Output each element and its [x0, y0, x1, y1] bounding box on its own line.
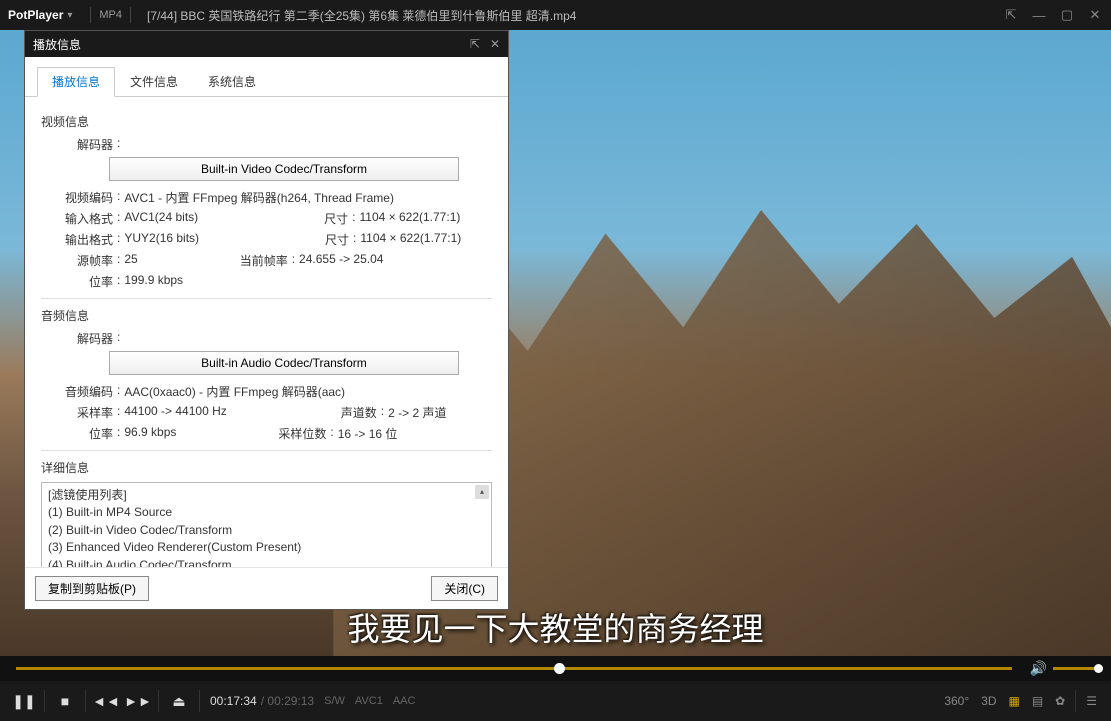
audio-bitrate: 96.9 kbps — [124, 425, 176, 442]
seek-bar: 🔊 — [0, 656, 1111, 681]
close-button[interactable]: 关闭(C) — [431, 576, 498, 601]
audio-section-label: 音频信息 — [41, 307, 492, 324]
capture-icon[interactable]: ▦ — [1008, 694, 1019, 708]
app-name[interactable]: PotPlayer — [8, 8, 63, 22]
seek-handle[interactable] — [554, 663, 565, 674]
360-button[interactable]: 360° — [944, 694, 969, 708]
window-title: [7/44] BBC 英国铁路纪行 第二季(全25集) 第6集 莱德伯里到什鲁斯… — [147, 7, 1003, 24]
decoder-label: 解码器 — [41, 136, 113, 153]
volume-icon[interactable]: 🔊 — [1030, 660, 1047, 677]
pause-button[interactable]: ❚❚ — [8, 685, 40, 717]
pin-icon[interactable]: ⇱ — [1003, 7, 1019, 23]
eject-button[interactable]: ⏏ — [163, 685, 195, 717]
video-size-out: 1104 × 622(1.77:1) — [360, 231, 461, 248]
window-controls: ⇱ — ▢ ✕ — [1003, 7, 1103, 23]
audio-sample: 44100 -> 44100 Hz — [124, 404, 226, 421]
tab-system-info[interactable]: 系统信息 — [193, 67, 271, 96]
filter-line: (1) Built-in MP4 Source — [48, 504, 485, 521]
video-output-format: YUY2(16 bits) — [124, 231, 199, 248]
acodec-chip[interactable]: AAC — [393, 695, 416, 707]
close-icon[interactable]: ✕ — [490, 37, 500, 51]
playlist-icon[interactable]: ▤ — [1032, 694, 1043, 708]
divider — [41, 298, 492, 299]
3d-button[interactable]: 3D — [981, 694, 996, 708]
audio-bits: 16 -> 16 位 — [338, 425, 398, 442]
dialog-titlebar[interactable]: 播放信息 ⇱ ✕ — [25, 31, 508, 57]
volume-controls: 🔊 — [1030, 660, 1103, 677]
maximize-icon[interactable]: ▢ — [1059, 7, 1075, 23]
scrollbar[interactable]: ▴ — [475, 485, 489, 567]
video-codec: AVC1 - 内置 FFmpeg 解码器(h264, Thread Frame) — [124, 189, 394, 206]
filter-line: (2) Built-in Video Codec/Transform — [48, 522, 485, 539]
filter-line: (4) Built-in Audio Codec/Transform — [48, 557, 485, 567]
mode-chip[interactable]: S/W — [324, 695, 345, 707]
audio-codec: AAC(0xaac0) - 内置 FFmpeg 解码器(aac) — [124, 383, 345, 400]
divider — [41, 450, 492, 451]
detail-section-label: 详细信息 — [41, 459, 492, 476]
video-size-in: 1104 × 622(1.77:1) — [360, 210, 461, 227]
seek-track[interactable] — [16, 667, 1012, 670]
filter-list-box[interactable]: [滤镜使用列表] (1) Built-in MP4 Source (2) Bui… — [41, 482, 492, 567]
minimize-icon[interactable]: — — [1031, 8, 1047, 23]
close-icon[interactable]: ✕ — [1087, 7, 1103, 23]
video-fps: 25 — [124, 252, 137, 269]
playback-info-dialog: 播放信息 ⇱ ✕ 播放信息 文件信息 系统信息 视频信息 解码器: Built-… — [24, 30, 509, 610]
format-badge: MP4 — [99, 9, 122, 21]
tab-playback-info[interactable]: 播放信息 — [37, 67, 115, 97]
copy-clipboard-button[interactable]: 复制到剪贴板(P) — [35, 576, 149, 601]
subtitle-text: 我要见一下大教堂的商务经理 — [347, 604, 763, 650]
video-input-format: AVC1(24 bits) — [124, 210, 198, 227]
video-bitrate: 199.9 kbps — [124, 273, 183, 290]
chevron-down-icon[interactable]: ▾ — [67, 10, 72, 21]
time-current: 00:17:34 — [210, 694, 257, 708]
prev-button[interactable]: ◄◄ — [90, 685, 122, 717]
right-controls: 360° 3D ▦ ▤ ✿ ☰ — [938, 690, 1103, 712]
video-decoder-button[interactable]: Built-in Video Codec/Transform — [109, 157, 459, 181]
video-curfps: 24.655 -> 25.04 — [299, 252, 383, 269]
divider — [130, 7, 131, 23]
time-duration: / 00:29:13 — [261, 694, 314, 708]
dialog-title: 播放信息 — [33, 36, 460, 53]
pin-icon[interactable]: ⇱ — [470, 37, 480, 51]
divider — [90, 7, 91, 23]
scroll-up-icon[interactable]: ▴ — [475, 485, 489, 499]
tab-file-info[interactable]: 文件信息 — [115, 67, 193, 96]
controls-bar: ❚❚ ■ ◄◄ ►► ⏏ 00:17:34 / 00:29:13 S/W AVC… — [0, 681, 1111, 721]
stop-button[interactable]: ■ — [49, 685, 81, 717]
filter-line: [滤镜使用列表] — [48, 487, 485, 504]
audio-channels: 2 -> 2 声道 — [388, 404, 446, 421]
filter-line: (3) Enhanced Video Renderer(Custom Prese… — [48, 539, 485, 556]
settings-icon[interactable]: ✿ — [1055, 694, 1065, 708]
audio-decoder-button[interactable]: Built-in Audio Codec/Transform — [109, 351, 459, 375]
vcodec-chip[interactable]: AVC1 — [355, 695, 383, 707]
dialog-footer: 复制到剪贴板(P) 关闭(C) — [25, 567, 508, 609]
menu-icon[interactable]: ☰ — [1086, 694, 1097, 708]
next-button[interactable]: ►► — [122, 685, 154, 717]
dialog-body: 视频信息 解码器: Built-in Video Codec/Transform… — [25, 97, 508, 567]
titlebar: PotPlayer ▾ MP4 [7/44] BBC 英国铁路纪行 第二季(全2… — [0, 0, 1111, 30]
dialog-tabs: 播放信息 文件信息 系统信息 — [25, 57, 508, 97]
volume-track[interactable] — [1053, 667, 1103, 670]
video-section-label: 视频信息 — [41, 113, 492, 130]
volume-handle[interactable] — [1094, 664, 1103, 673]
